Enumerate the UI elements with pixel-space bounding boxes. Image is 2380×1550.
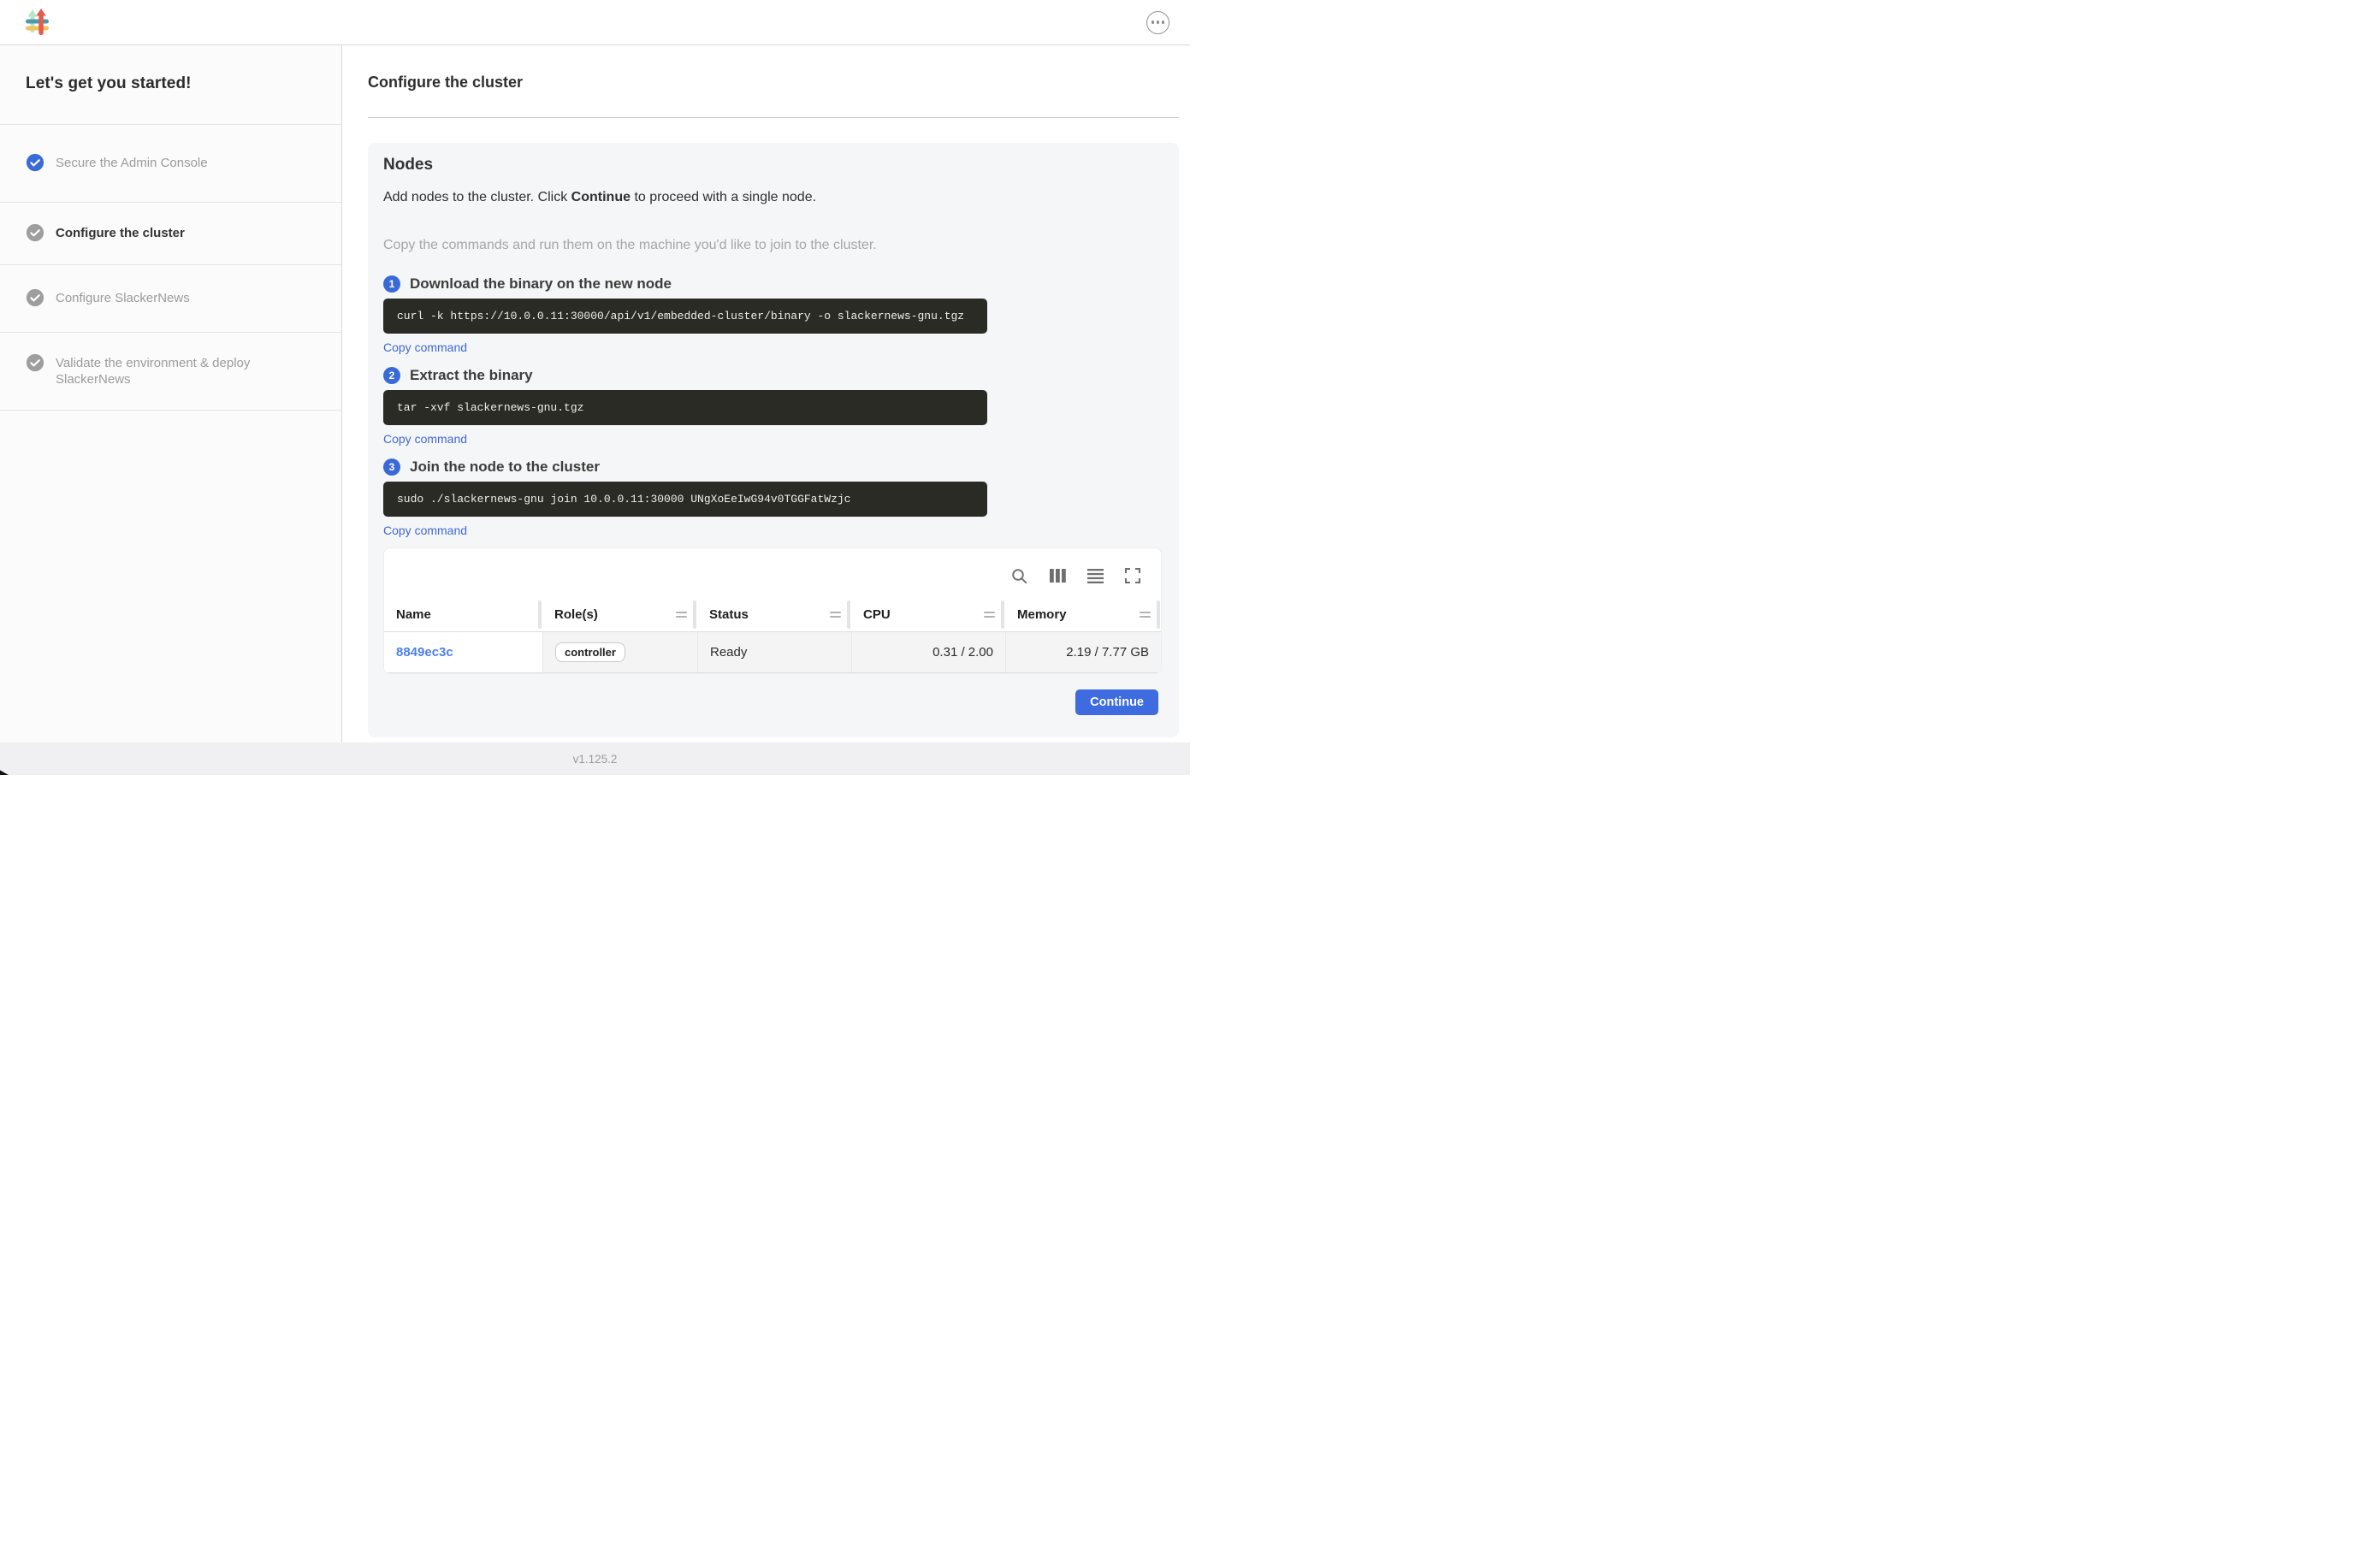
fullscreen-icon[interactable] [1125, 568, 1140, 583]
ellipsis-icon [1152, 21, 1154, 23]
continue-button[interactable]: Continue [1075, 689, 1158, 715]
column-separator[interactable] [693, 600, 696, 629]
step-3-heading: 3 Join the node to the cluster [383, 458, 1158, 476]
table-row: 8849ec3c controller Ready 0.31 / 2.00 2.… [384, 632, 1161, 673]
cell-cpu: 0.31 / 2.00 [851, 632, 1005, 672]
table-header-row: Name Role(s) Status [384, 598, 1161, 632]
step-3-copy-command-link[interactable]: Copy command [383, 524, 467, 537]
column-menu-icon[interactable] [830, 612, 841, 618]
column-menu-icon[interactable] [676, 612, 687, 618]
sidebar-title: Let's get you started! [0, 45, 341, 124]
columns-icon[interactable] [1050, 569, 1066, 583]
density-icon[interactable] [1087, 569, 1104, 583]
version-label: v1.125.2 [573, 753, 618, 766]
cell-status: Ready [697, 632, 851, 672]
column-label: Memory [1017, 607, 1067, 622]
nodes-card-title: Nodes [383, 156, 1158, 175]
step-3-title: Join the node to the cluster [410, 458, 600, 476]
nodes-card: Nodes Add nodes to the cluster. Click Co… [368, 143, 1179, 737]
step-2-number-badge: 2 [383, 367, 400, 384]
column-header-cpu[interactable]: CPU [851, 598, 1005, 631]
search-icon[interactable] [1010, 567, 1028, 585]
node-name-link[interactable]: 8849ec3c [396, 645, 453, 660]
column-separator[interactable] [1001, 600, 1004, 629]
step-2-command-codeblock: tar -xvf slackernews-gnu.tgz [383, 390, 987, 425]
sidebar-item-validate-deploy[interactable]: Validate the environment & deploy Slacke… [0, 333, 341, 410]
main-content: Configure the cluster Nodes Add nodes to… [342, 45, 1190, 742]
column-menu-icon[interactable] [984, 612, 995, 618]
sidebar-item-label: Configure SlackerNews [56, 290, 190, 306]
copy-commands-hint: Copy the commands and run them on the ma… [383, 237, 1158, 254]
slackernews-logo-icon [25, 9, 50, 36]
card-actions: Continue [383, 689, 1158, 715]
sidebar-item-label: Secure the Admin Console [56, 155, 208, 171]
role-chip: controller [555, 642, 625, 662]
divider [368, 117, 1179, 118]
column-separator[interactable] [1157, 600, 1160, 629]
check-circle-pending-icon [26, 223, 44, 242]
overflow-menu-button[interactable] [1146, 11, 1169, 34]
top-header-bar [0, 0, 1190, 45]
nodes-table-panel: Name Role(s) Status [383, 547, 1162, 674]
page-title: Configure the cluster [368, 74, 1179, 92]
divider [0, 410, 341, 411]
cell-memory: 2.19 / 7.77 GB [1005, 632, 1161, 672]
table-toolbar [384, 548, 1161, 598]
step-3-number-badge: 3 [383, 458, 400, 476]
sidebar-item-secure-admin-console[interactable]: Secure the Admin Console [0, 125, 341, 202]
footer-bar: v1.125.2 [0, 742, 1190, 775]
column-label: Status [709, 607, 749, 622]
content-row: Let's get you started! Secure the Admin … [0, 45, 1190, 742]
step-3-command-codeblock: sudo ./slackernews-gnu join 10.0.0.11:30… [383, 482, 987, 517]
column-header-roles[interactable]: Role(s) [542, 598, 697, 631]
step-1-command-codeblock: curl -k https://10.0.0.11:30000/api/v1/e… [383, 299, 987, 334]
column-header-status[interactable]: Status [697, 598, 851, 631]
step-1-title: Download the binary on the new node [410, 275, 672, 293]
setup-steps-sidebar: Let's get you started! Secure the Admin … [0, 45, 342, 742]
cell-name: 8849ec3c [384, 632, 542, 672]
check-circle-pending-icon [26, 288, 44, 307]
column-label: Name [396, 607, 431, 622]
nodes-intro-text: Add nodes to the cluster. Click Continue… [383, 189, 1158, 206]
cell-roles: controller [542, 632, 697, 672]
check-circle-complete-icon [26, 153, 44, 172]
sidebar-item-label: Configure the cluster [56, 225, 185, 241]
step-2-title: Extract the binary [410, 367, 533, 384]
sidebar-item-configure-cluster[interactable]: Configure the cluster [0, 203, 341, 264]
continue-keyword: Continue [571, 190, 631, 204]
sidebar-item-label: Validate the environment & deploy Slacke… [56, 355, 312, 388]
step-2-heading: 2 Extract the binary [383, 367, 1158, 384]
check-circle-pending-icon [26, 353, 44, 372]
column-separator[interactable] [538, 600, 542, 629]
step-2-copy-command-link[interactable]: Copy command [383, 432, 467, 446]
sidebar-item-configure-slackernews[interactable]: Configure SlackerNews [0, 265, 341, 332]
step-1-heading: 1 Download the binary on the new node [383, 275, 1158, 293]
column-label: Role(s) [554, 607, 598, 622]
step-1-copy-command-link[interactable]: Copy command [383, 340, 467, 354]
column-separator[interactable] [847, 600, 850, 629]
column-label: CPU [863, 607, 891, 622]
step-1-number-badge: 1 [383, 275, 400, 293]
column-menu-icon[interactable] [1140, 612, 1151, 618]
column-header-name[interactable]: Name [384, 598, 542, 631]
admin-console-page: Let's get you started! Secure the Admin … [0, 0, 1190, 775]
column-header-memory[interactable]: Memory [1005, 598, 1161, 631]
